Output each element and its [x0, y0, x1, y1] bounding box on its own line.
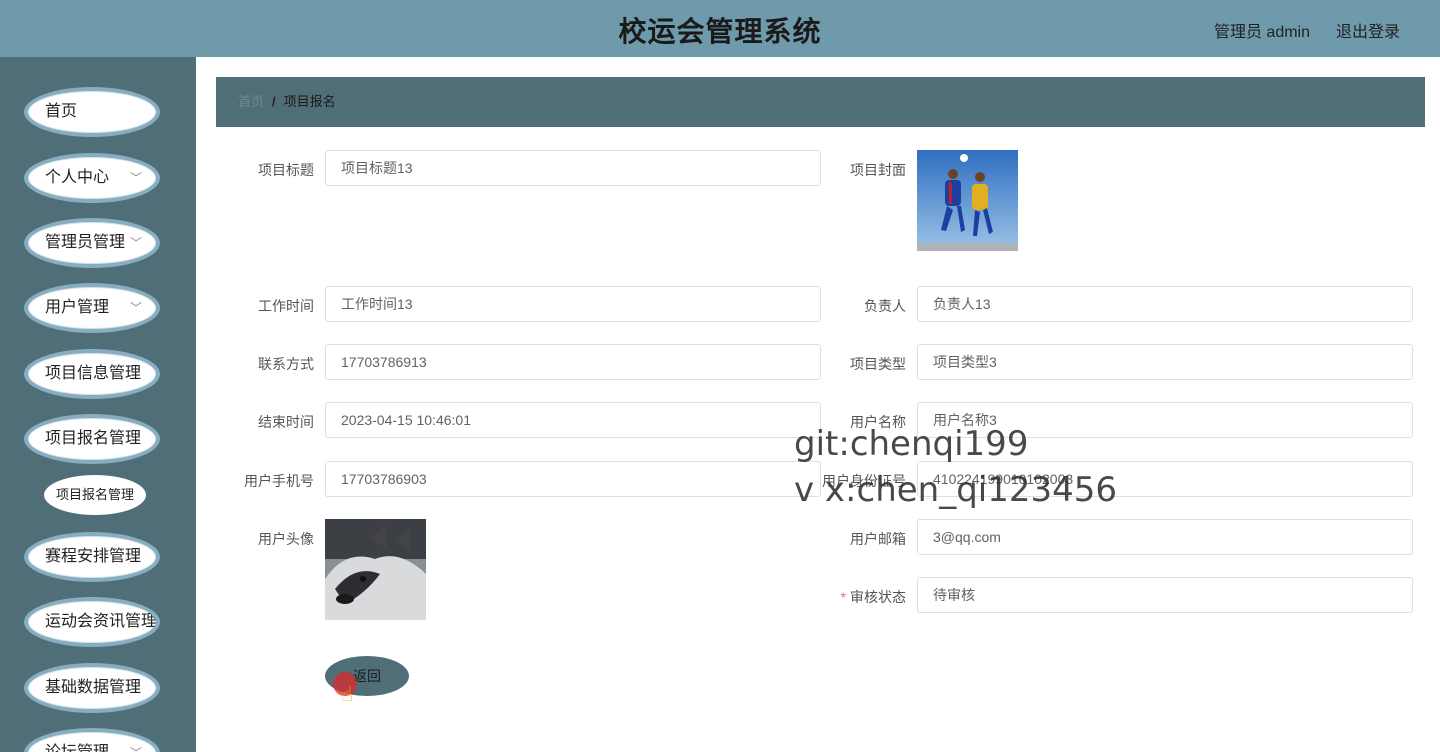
work-time-label: 工作时间 — [258, 298, 314, 314]
sidebar-item-label: 论坛管理 — [45, 744, 109, 752]
sidebar: 首页 个人中心 ﹀ 管理员管理 ﹀ 用户管理 ﹀ 项目信息管理 项目报名管理 项目报名… — [0, 57, 196, 752]
user-avatar-image[interactable] — [325, 519, 426, 620]
person-in-charge-field[interactable]: 负责人13 — [917, 286, 1413, 322]
top-header: 校运会管理系统 管理员 admin 退出登录 — [0, 0, 1440, 57]
sidebar-item-personal-center[interactable]: 个人中心 ﹀ — [24, 153, 160, 203]
sidebar-item-label: 管理员管理 — [45, 234, 126, 251]
sidebar-item-label: 个人中心 — [45, 169, 110, 186]
sidebar-item-admin-management[interactable]: 管理员管理 ﹀ — [24, 218, 160, 268]
required-mark: * — [840, 589, 846, 605]
project-type-label: 项目类型 — [850, 356, 906, 372]
sidebar-item-forum[interactable]: 论坛管理 ﹀ — [24, 728, 160, 752]
review-status-label-text: 审核状态 — [850, 589, 906, 605]
chevron-down-icon: ﹀ — [129, 301, 142, 315]
project-title-field[interactable]: 项目标题13 — [325, 150, 821, 186]
project-cover-label: 项目封面 — [850, 162, 906, 178]
contact-label: 联系方式 — [258, 356, 314, 372]
watermark-line-2: v x:chen_qi123456 — [794, 470, 1118, 510]
sidebar-item-user-management[interactable]: 用户管理 ﹀ — [24, 283, 160, 333]
chevron-down-icon: ﹀ — [129, 236, 142, 250]
breadcrumb: 首页 / 项目报名 — [216, 77, 1425, 127]
user-email-label: 用户邮箱 — [850, 531, 906, 547]
sidebar-item-news[interactable]: 运动会资讯管理 — [24, 597, 160, 647]
sidebar-item-label: 用户管理 — [45, 299, 110, 316]
chevron-down-icon: ﹀ — [130, 732, 142, 752]
project-title-label: 项目标题 — [258, 162, 314, 178]
sidebar-subitem-project-signup-management[interactable]: 项目报名管理 — [44, 475, 146, 515]
sidebar-item-basic-data[interactable]: 基础数据管理 — [24, 663, 160, 713]
end-time-field[interactable]: 2023-04-15 10:46:01 — [325, 402, 821, 438]
person-in-charge-label: 负责人 — [864, 298, 906, 314]
breadcrumb-current: 项目报名 — [283, 94, 336, 109]
breadcrumb-separator: / — [272, 94, 276, 109]
project-type-field[interactable]: 项目类型3 — [917, 344, 1413, 380]
sidebar-item-label: 项目报名管理 — [45, 430, 142, 447]
review-status-field[interactable]: 待审核 — [917, 577, 1413, 613]
review-status-label: * 审核状态 — [796, 587, 906, 607]
hand-pointer-icon: ☝ — [341, 684, 354, 706]
sidebar-item-label: 赛程安排管理 — [45, 548, 142, 565]
user-avatar-label: 用户头像 — [258, 531, 314, 547]
user-phone-field[interactable]: 17703786903 — [325, 461, 821, 497]
sidebar-item-label: 基础数据管理 — [45, 679, 142, 696]
work-time-field[interactable]: 工作时间13 — [325, 286, 821, 322]
sidebar-item-project-signup[interactable]: 项目报名管理 — [24, 414, 160, 464]
watermark-line-1: git:chenqi199 — [794, 424, 1029, 464]
contact-field[interactable]: 17703786913 — [325, 344, 821, 380]
current-user-label: 管理员 admin — [1213, 24, 1310, 41]
sidebar-item-schedule[interactable]: 赛程安排管理 — [24, 532, 160, 582]
end-time-label: 结束时间 — [258, 414, 314, 430]
sidebar-item-label: 运动会资讯管理 — [45, 613, 158, 630]
sidebar-item-label: 首页 — [45, 103, 78, 120]
chevron-down-icon: ﹀ — [129, 171, 142, 185]
project-cover-image[interactable] — [917, 150, 1018, 251]
breadcrumb-home[interactable]: 首页 — [238, 94, 264, 109]
sidebar-item-home[interactable]: 首页 — [24, 87, 160, 137]
user-email-field[interactable]: 3@qq.com — [917, 519, 1413, 555]
user-phone-label: 用户手机号 — [244, 473, 314, 489]
logout-link[interactable]: 退出登录 — [1336, 18, 1400, 42]
sidebar-item-project-info[interactable]: 项目信息管理 — [24, 349, 160, 399]
sidebar-item-label: 项目信息管理 — [45, 365, 142, 382]
